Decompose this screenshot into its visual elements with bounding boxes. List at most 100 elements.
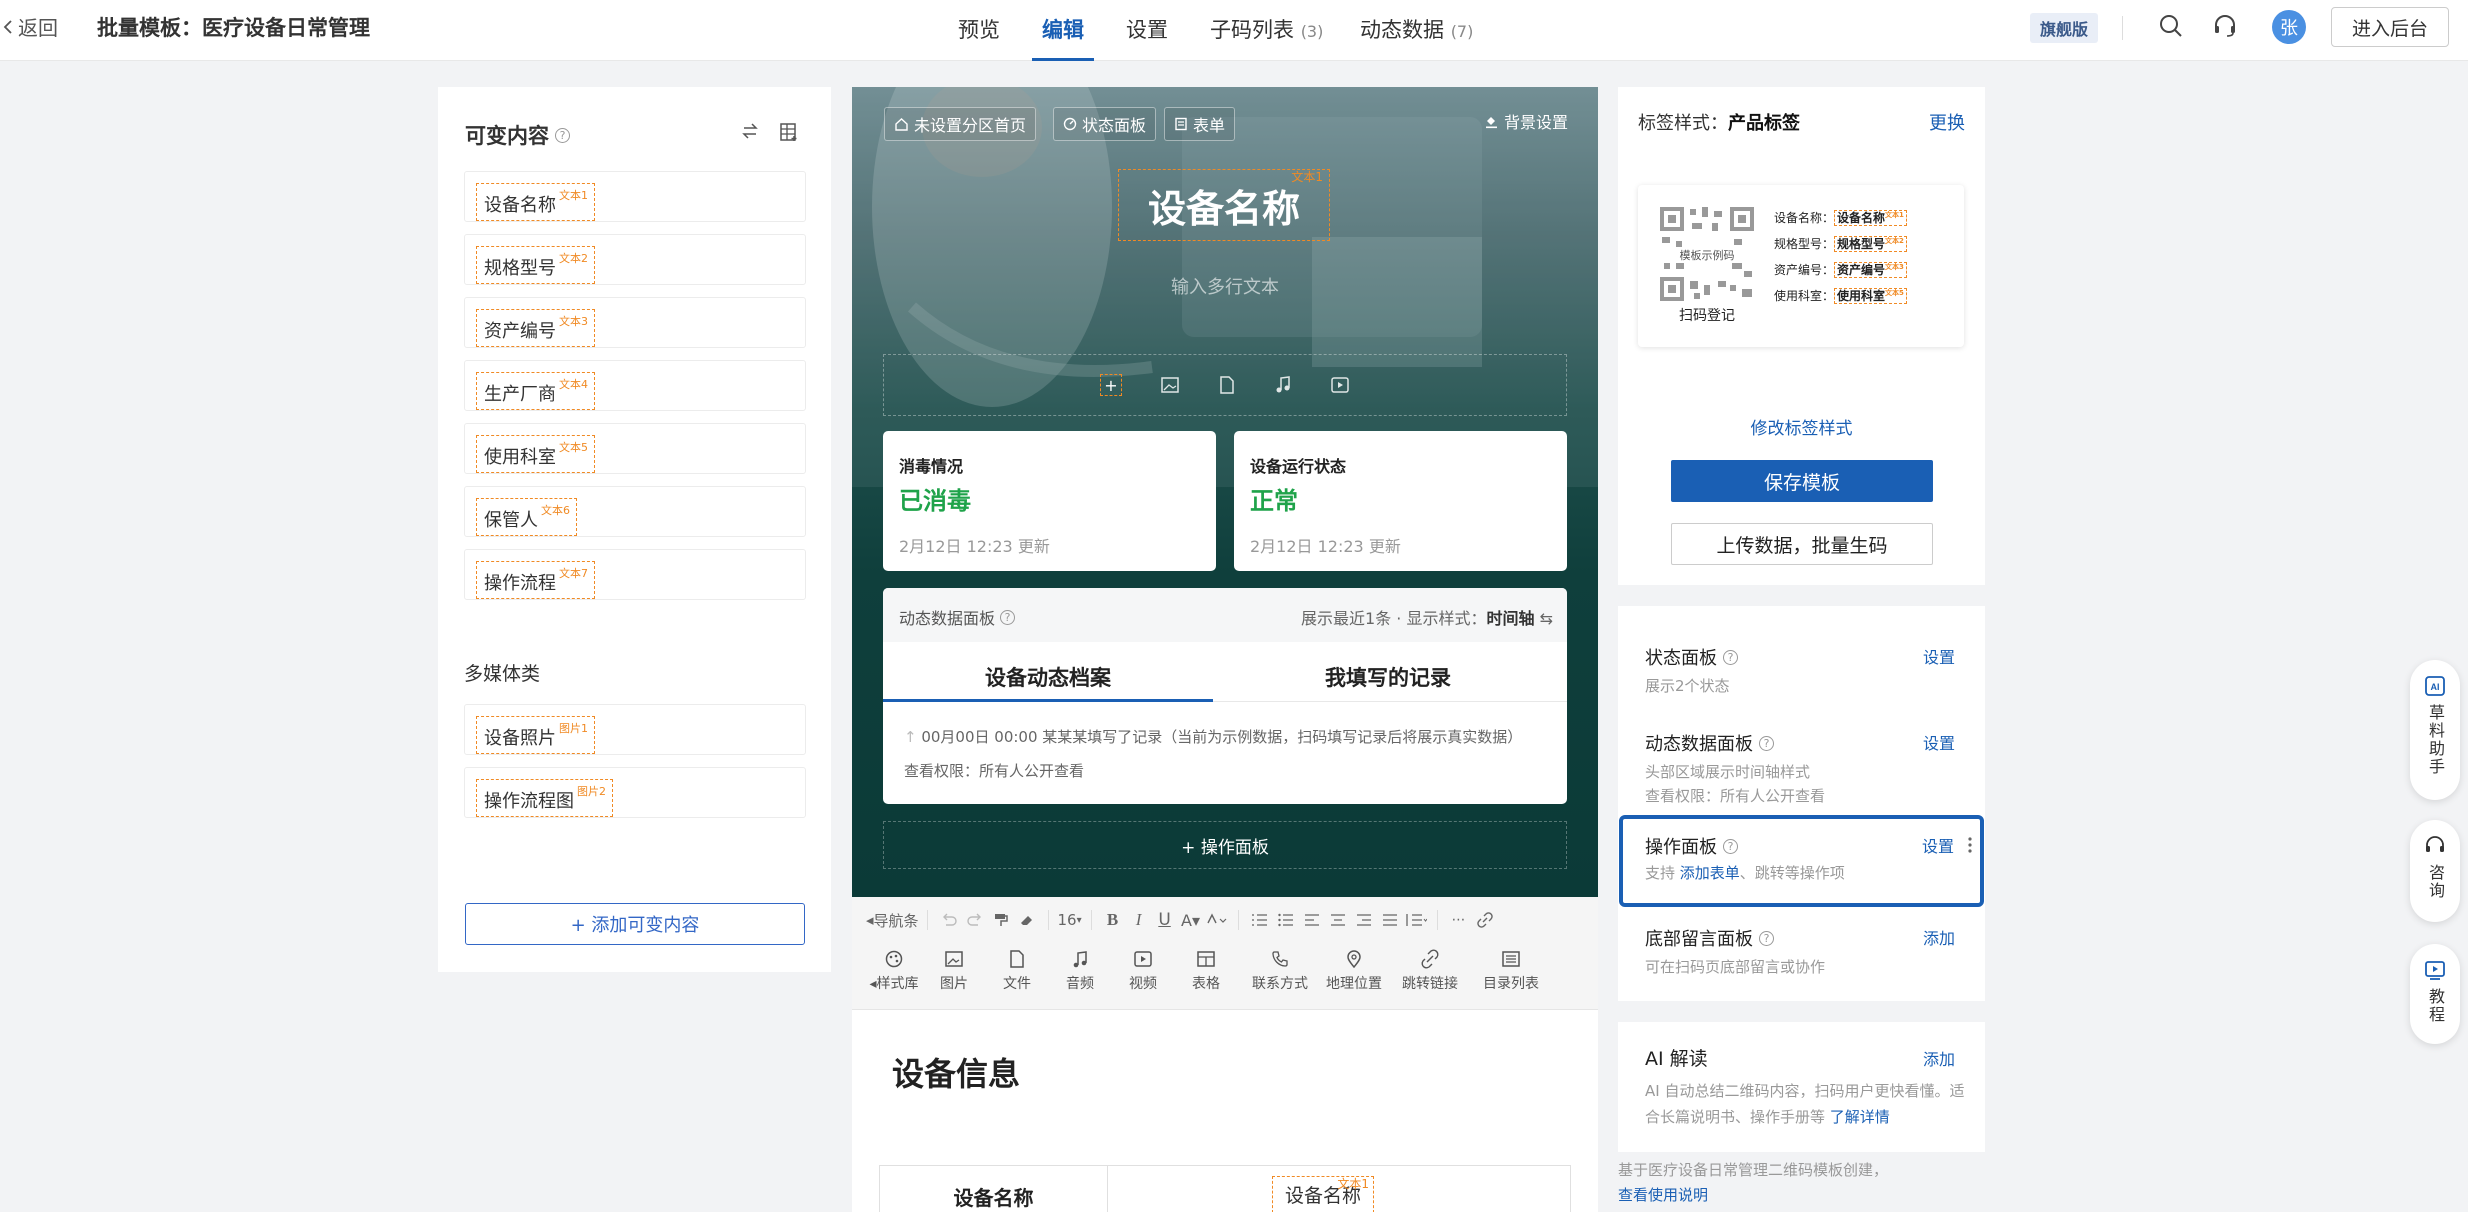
dynamic-panel-settings-button[interactable]: 设置 <box>1923 730 1955 754</box>
insert-jump-link-button[interactable]: 跳转链接 <box>1395 949 1465 993</box>
variable-item[interactable]: 资产编号 文本3 <box>464 297 806 348</box>
insert-file-button[interactable]: 文件 <box>987 949 1047 993</box>
font-size-select[interactable]: 16 ▾ <box>1057 905 1083 935</box>
variable-tag: 设备名称 文本1 <box>476 183 595 221</box>
tab-subcode-list[interactable]: 子码列表 (3) <box>1210 14 1323 44</box>
change-label-style-button[interactable]: 更换 <box>1929 109 1965 135</box>
swap-icon[interactable] <box>741 122 759 140</box>
more-vertical-icon[interactable] <box>1968 837 1972 853</box>
eraser-icon[interactable] <box>1014 905 1040 935</box>
undo-icon[interactable] <box>936 905 962 935</box>
media-item[interactable]: 设备照片 图片1 <box>464 704 806 755</box>
operation-panel-settings-button[interactable]: 设置 <box>1922 833 1954 857</box>
status-panel-pill[interactable]: 状态面板 <box>1053 107 1157 141</box>
tab-my-records[interactable]: 我填写的记录 <box>1223 662 1553 692</box>
music-icon[interactable] <box>1274 375 1292 395</box>
section-title[interactable]: 设备信息 <box>892 1049 1020 1095</box>
upload-batch-button[interactable]: 上传数据，批量生码 <box>1671 523 1933 565</box>
text-color-icon[interactable]: A▾ <box>1178 905 1204 935</box>
insert-location-button[interactable]: 地理位置 <box>1319 949 1389 993</box>
bold-icon[interactable]: B <box>1100 905 1126 935</box>
tab-edit[interactable]: 编辑 <box>1042 14 1084 44</box>
back-button[interactable]: 返回 <box>2 12 58 41</box>
video-icon[interactable] <box>1330 376 1350 394</box>
redo-icon[interactable] <box>962 905 988 935</box>
line-height-icon[interactable] <box>1403 905 1429 935</box>
section-home-pill[interactable]: 未设置分区首页 <box>884 107 1037 141</box>
ai-add-button[interactable]: 添加 <box>1923 1046 1955 1070</box>
insert-audio-button[interactable]: 音频 <box>1050 949 1110 993</box>
add-operation-panel-button[interactable]: + 操作面板 <box>883 821 1567 869</box>
headset-icon <box>2423 834 2447 858</box>
bullet-list-icon[interactable] <box>1273 905 1299 935</box>
status-card[interactable]: 设备运行状态 正常 2月12日 12:23 更新 <box>1234 431 1567 571</box>
help-icon[interactable]: ? <box>1723 838 1738 854</box>
tab-device-archive[interactable]: 设备动态档案 <box>883 662 1213 692</box>
justify-icon[interactable] <box>1377 905 1403 935</box>
dynamic-data-panel[interactable]: 动态数据面板? 展示最近1条 · 显示样式：时间轴 ⇆ 设备动态档案 我填写的记… <box>883 588 1567 804</box>
search-icon[interactable] <box>2158 13 2184 39</box>
align-right-icon[interactable] <box>1351 905 1377 935</box>
learn-more-link[interactable]: 了解详情 <box>1830 1108 1890 1126</box>
italic-icon[interactable]: I <box>1126 905 1152 935</box>
format-painter-icon[interactable] <box>988 905 1014 935</box>
variable-item[interactable]: 操作流程 文本7 <box>464 549 806 600</box>
ordered-list-icon[interactable] <box>1247 905 1273 935</box>
help-icon[interactable]: ? <box>1000 609 1016 625</box>
video-icon <box>1134 951 1152 967</box>
help-icon[interactable]: ? <box>1759 735 1774 751</box>
add-icon[interactable]: + <box>1100 374 1122 396</box>
align-left-icon[interactable] <box>1299 905 1325 935</box>
variable-item[interactable]: 设备名称 文本1 <box>464 171 806 222</box>
spreadsheet-icon[interactable] <box>779 122 799 142</box>
operation-panel-setting[interactable]: 操作面板? 设置 支持 添加表单、跳转等操作项 <box>1619 815 1984 907</box>
swap-icon[interactable]: ⇆ <box>1540 609 1553 628</box>
variable-item[interactable]: 保管人 文本6 <box>464 486 806 537</box>
headset-icon[interactable] <box>2212 13 2238 39</box>
hero-title-variable[interactable]: 设备名称 文本1 <box>1118 169 1330 241</box>
consult-button[interactable]: 咨询 <box>2410 820 2460 922</box>
table-variable-tag[interactable]: 设备名称 文本1 <box>1272 1176 1375 1212</box>
underline-icon[interactable]: U <box>1152 905 1178 935</box>
variable-item[interactable]: 生产厂商 文本4 <box>464 360 806 411</box>
align-center-icon[interactable] <box>1325 905 1351 935</box>
insert-contact-button[interactable]: 联系方式 <box>1245 949 1315 993</box>
insert-video-button[interactable]: 视频 <box>1113 949 1173 993</box>
form-pill[interactable]: 表单 <box>1164 107 1236 141</box>
tab-preview[interactable]: 预览 <box>958 14 1000 44</box>
info-table[interactable]: 设备名称 设备名称 文本1 <box>879 1165 1571 1212</box>
modify-label-style-link[interactable]: 修改标签样式 <box>1618 414 1985 439</box>
background-setting-button[interactable]: 背景设置 <box>1484 109 1568 133</box>
variable-item[interactable]: 使用科室 文本5 <box>464 423 806 474</box>
tab-settings[interactable]: 设置 <box>1126 14 1168 44</box>
image-icon[interactable] <box>1160 376 1180 394</box>
link-icon[interactable] <box>1472 905 1498 935</box>
help-icon[interactable]: ? <box>1723 649 1738 665</box>
avatar[interactable]: 张 <box>2272 10 2306 44</box>
status-panel-settings-button[interactable]: 设置 <box>1923 644 1955 668</box>
nav-bar-button[interactable]: ◂ 导航条 <box>866 905 919 935</box>
variable-item[interactable]: 规格型号 文本2 <box>464 234 806 285</box>
help-icon[interactable]: ? <box>1759 930 1774 946</box>
add-variable-button[interactable]: + 添加可变内容 <box>465 903 805 945</box>
tutorial-button[interactable]: 教程 <box>2410 944 2460 1044</box>
save-template-button[interactable]: 保存模板 <box>1671 460 1933 502</box>
add-form-link[interactable]: 添加表单 <box>1680 864 1740 882</box>
tab-dynamic-data[interactable]: 动态数据 (7) <box>1360 14 1473 44</box>
comment-panel-add-button[interactable]: 添加 <box>1923 925 1955 949</box>
assistant-button[interactable]: AI 草料助手 <box>2410 660 2460 800</box>
enter-admin-button[interactable]: 进入后台 <box>2331 7 2449 47</box>
multiline-text-placeholder[interactable]: 输入多行文本 <box>852 273 1598 299</box>
usage-guide-link[interactable]: 查看使用说明 <box>1618 1183 1888 1208</box>
highlight-icon[interactable] <box>1204 905 1230 935</box>
file-icon[interactable] <box>1218 375 1236 395</box>
more-icon[interactable]: ⋯ <box>1446 905 1472 935</box>
status-card[interactable]: 消毒情况 已消毒 2月12日 12:23 更新 <box>883 431 1216 571</box>
insert-table-button[interactable]: 表格 <box>1176 949 1236 993</box>
insert-toc-button[interactable]: 目录列表 <box>1476 949 1546 993</box>
style-library-button[interactable]: ◂样式库 <box>864 949 924 993</box>
media-item[interactable]: 操作流程图 图片2 <box>464 767 806 818</box>
label-preview-card: 模板示例码 扫码登记 设备名称： 设备名称文本1 规格型号： 规格型号文本2 资产编… <box>1638 185 1964 347</box>
insert-image-button[interactable]: 图片 <box>924 949 984 993</box>
help-icon[interactable]: ? <box>555 127 570 143</box>
